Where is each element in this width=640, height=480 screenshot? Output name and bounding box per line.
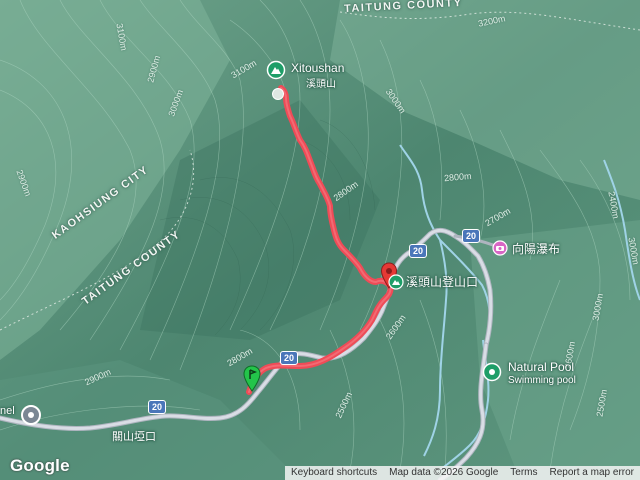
attribution-bar: Keyboard shortcuts Map data ©2026 Google… [284,466,640,480]
terms-link[interactable]: Terms [504,466,543,480]
camera-poi-icon [492,240,508,256]
place-poi-icon [21,405,41,425]
keyboard-shortcuts-link[interactable]: Keyboard shortcuts [285,466,383,480]
poi-guanshan-pass-name: 關山埡口 [112,431,156,443]
pool-poi-icon [482,362,502,382]
map-data-attribution: Map data ©2026 Google [389,467,499,478]
road-shield-20: 20 [148,400,167,414]
mountain-poi-icon [266,60,286,80]
poi-trailhead-name: 溪頭山登山口 [406,275,479,289]
road-shield-20: 20 [280,351,299,365]
poi-xitoushan-subname: 溪頭山 [306,79,336,90]
map-canvas[interactable]: 3200m 3100m 2900m 3000m 3100m 3000m 2800… [0,0,640,480]
report-map-error-link[interactable]: Report a map error [544,466,640,480]
road-shield-20: 20 [462,229,481,243]
google-logo: Google [10,456,70,475]
road-shield-20: 20 [409,244,428,258]
poi-natural-pool-name: Natural Pool [508,360,575,374]
poi-xitoushan-name: Xitoushan [291,61,345,75]
poi-waterfall-name: 向陽瀑布 [512,242,561,256]
poi-west-place-name: nel [0,405,15,417]
start-pin-icon [243,365,261,392]
summit-point-icon [272,88,284,100]
poi-natural-pool-subname: Swimming pool [508,375,576,386]
trailhead-poi-icon [388,274,404,290]
